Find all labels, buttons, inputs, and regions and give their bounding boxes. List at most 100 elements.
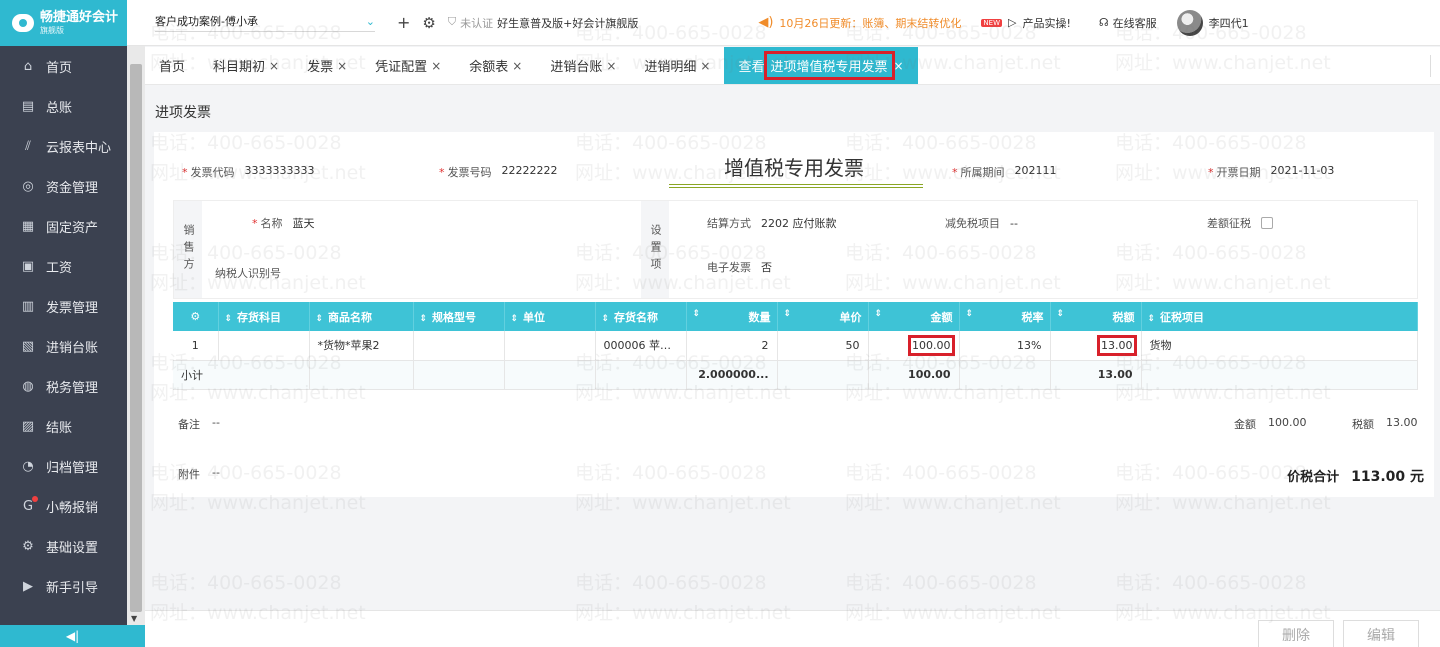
edit-button[interactable]: 编辑: [1343, 620, 1419, 647]
period-label: 所属期间: [960, 166, 1005, 179]
sidebar-item-7[interactable]: ▧ 进销台账: [0, 326, 127, 366]
column-header-4[interactable]: ⇕ 存货名称: [595, 302, 687, 331]
close-icon[interactable]: ×: [269, 59, 279, 73]
sidebar-item-0[interactable]: ⌂ 首页: [0, 46, 127, 86]
cert-label: 未认证: [460, 16, 494, 30]
sort-icon[interactable]: ⇕: [420, 314, 428, 324]
column-header-0[interactable]: ⇕ 存货科目: [218, 302, 310, 331]
cell-price[interactable]: 50: [777, 331, 869, 361]
column-header-5[interactable]: ⇕ 数量: [686, 302, 778, 331]
logo-name: 畅捷通好会计: [40, 10, 119, 25]
tab-0[interactable]: 首页: [145, 47, 199, 84]
online-service-link[interactable]: ☊ 在线客服: [1099, 15, 1157, 31]
sidebar-item-5[interactable]: ▣ 工资: [0, 246, 127, 286]
cell-account[interactable]: [218, 331, 310, 361]
tab-4[interactable]: 余额表 ×: [455, 47, 536, 84]
seller-side-label: 销售方: [174, 201, 202, 298]
column-header-1[interactable]: ⇕ 商品名称: [309, 302, 414, 331]
sort-icon[interactable]: ⇕: [966, 309, 974, 319]
tax-exempt-field: 减免税项目 --: [945, 215, 1018, 231]
sort-icon[interactable]: ⇕: [1057, 309, 1065, 319]
sort-icon[interactable]: ⇕: [1148, 314, 1156, 324]
cell-unit[interactable]: [504, 331, 596, 361]
sidebar-item-1[interactable]: ▤ 总账: [0, 86, 127, 126]
sort-icon[interactable]: ⇕: [225, 314, 233, 324]
sidebar-item-13[interactable]: ▶ 新手引导: [0, 566, 127, 606]
sidebar-item-2[interactable]: ⫽ 云报表中心: [0, 126, 127, 166]
user-menu[interactable]: 李四代1: [1176, 9, 1249, 36]
sidebar-scrollbar[interactable]: ▼: [127, 46, 145, 625]
gear-icon[interactable]: ⚙: [190, 310, 200, 323]
remark-field: 备注 --: [178, 416, 220, 432]
sidebar-item-11[interactable]: G 小畅报销: [0, 486, 127, 526]
cert-status[interactable]: ⛉ 未认证 好生意普及版+好会计旗舰版: [448, 15, 638, 31]
product-practice-link[interactable]: NEW ▷ 产品实操!: [981, 15, 1071, 31]
action-bar: 删除 编辑: [145, 610, 1440, 647]
column-header-9[interactable]: ⇕ 税额: [1050, 302, 1142, 331]
close-icon[interactable]: ×: [700, 59, 710, 73]
sidebar-menu: ⌂ 首页 ▤ 总账 ⫽ 云报表中心 ◎ 资金管理 ▦ 固定资产 ▣ 工资 ▥ 发票管理 ▧ 进销台账 ◍ 税务管理…: [0, 46, 127, 606]
invoice-number-field: * 发票号码 22222222: [439, 164, 558, 179]
sidebar-item-12[interactable]: ⚙ 基础设置: [0, 526, 127, 566]
sort-icon[interactable]: ⇕: [316, 314, 324, 324]
sidebar-item-6[interactable]: ▥ 发票管理: [0, 286, 127, 326]
sort-icon[interactable]: ⇕: [511, 314, 519, 324]
cell-tax-item[interactable]: 货物: [1141, 331, 1418, 361]
column-header-8[interactable]: ⇕ 税率: [959, 302, 1051, 331]
sidebar-item-3[interactable]: ◎ 资金管理: [0, 166, 127, 206]
table-row[interactable]: 1 *货物*苹果2 000006 苹果... 2 50 100.00 13% 1…: [173, 331, 1418, 361]
sidebar-item-10[interactable]: ◔ 归档管理: [0, 446, 127, 486]
column-header-3[interactable]: ⇕ 单位: [504, 302, 596, 331]
sort-icon[interactable]: ⇕: [602, 314, 610, 324]
cell-rate[interactable]: 13%: [959, 331, 1051, 361]
tab-1[interactable]: 科目期初 ×: [199, 47, 293, 84]
collapse-sidebar-button[interactable]: ◀|: [0, 625, 145, 647]
invoice-number-value: 22222222: [501, 164, 558, 177]
app-logo[interactable]: 畅捷通好会计 旗舰版: [0, 0, 127, 46]
cell-amount[interactable]: 100.00: [868, 331, 960, 361]
tab-5[interactable]: 进销台账 ×: [536, 47, 630, 84]
settlement-value: 2202 应付账款: [761, 217, 837, 230]
sidebar-item-8[interactable]: ◍ 税务管理: [0, 366, 127, 406]
chart-icon: ⫽: [25, 138, 31, 154]
scroll-down-icon[interactable]: ▼: [131, 614, 137, 623]
subtotal-empty: [309, 360, 414, 390]
stock-icon: ▧: [21, 338, 35, 354]
sidebar-item-9[interactable]: ▨ 结账: [0, 406, 127, 446]
scrollbar-thumb[interactable]: [130, 64, 142, 612]
sort-icon[interactable]: ⇕: [693, 309, 701, 319]
update-notice[interactable]: ◀) 10月26日更新：账簿、期末结转优化: [758, 15, 961, 31]
sort-icon[interactable]: ⇕: [875, 309, 883, 319]
tab-6[interactable]: 进销明细 ×: [630, 47, 724, 84]
cell-goods[interactable]: *货物*苹果2: [309, 331, 414, 361]
close-icon[interactable]: ×: [894, 59, 904, 73]
sidebar-item-label: 首页: [46, 60, 73, 76]
home-icon: ⌂: [23, 58, 33, 74]
delete-button[interactable]: 删除: [1258, 620, 1334, 647]
sidebar-item-4[interactable]: ▦ 固定资产: [0, 206, 127, 246]
gear-icon[interactable]: ⚙: [422, 14, 435, 32]
column-header-7[interactable]: ⇕ 金额: [868, 302, 960, 331]
add-icon[interactable]: +: [397, 13, 410, 32]
cell-tax[interactable]: 13.00: [1050, 331, 1142, 361]
close-icon[interactable]: ×: [606, 59, 616, 73]
tab-label: 余额表: [469, 60, 509, 75]
diff-tax-checkbox[interactable]: [1261, 217, 1273, 229]
close-icon[interactable]: ×: [431, 59, 441, 73]
column-settings[interactable]: ⚙: [173, 302, 219, 331]
amount-summary: 金额 100.00: [1234, 416, 1307, 432]
sort-icon[interactable]: ⇕: [784, 309, 792, 319]
column-header-10[interactable]: ⇕ 征税项目: [1141, 302, 1418, 331]
tab-3[interactable]: 凭证配置 ×: [361, 47, 455, 84]
tab-view-input-vat-invoice[interactable]: 查看 进项增值税专用发票 ×: [724, 47, 918, 84]
close-icon[interactable]: ×: [337, 59, 347, 73]
column-header-2[interactable]: ⇕ 规格型号: [413, 302, 505, 331]
close-icon[interactable]: ×: [512, 59, 522, 73]
company-select[interactable]: 客户成功案例-傅小承 ⌄: [155, 13, 375, 32]
column-header-6[interactable]: ⇕ 单价: [777, 302, 869, 331]
subtotal-amount: 100.00: [868, 360, 960, 390]
cell-stock[interactable]: 000006 苹果...: [595, 331, 687, 361]
cell-spec[interactable]: [413, 331, 505, 361]
cell-qty[interactable]: 2: [686, 331, 778, 361]
tab-2[interactable]: 发票 ×: [293, 47, 361, 84]
